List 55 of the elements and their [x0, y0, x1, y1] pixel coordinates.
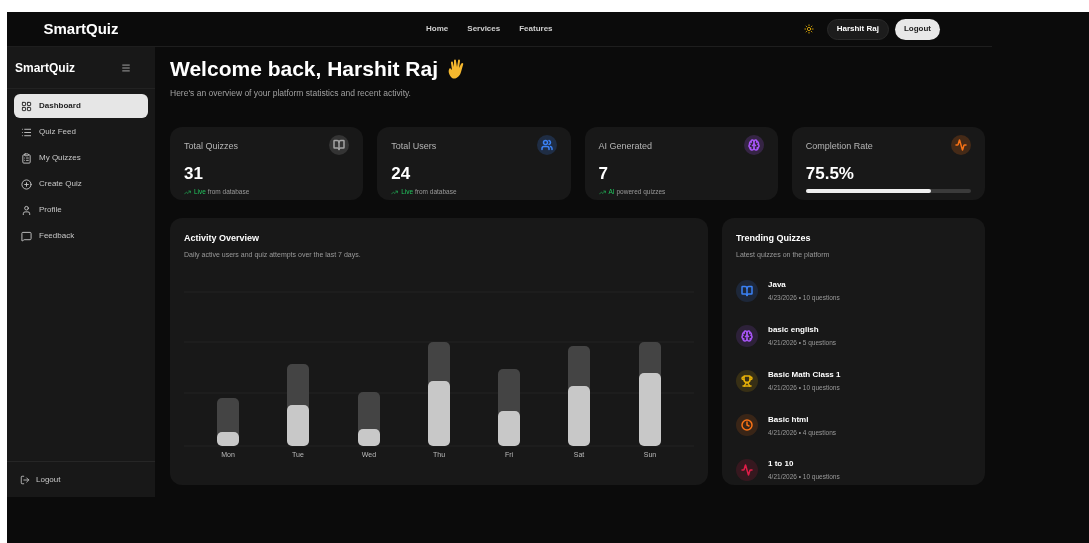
theme-toggle-icon[interactable] [803, 24, 814, 34]
logout-button[interactable]: Logout [894, 18, 940, 40]
clipboard-icon [21, 152, 32, 164]
quiz-attempts-bar [287, 405, 309, 447]
stat-value: 31 [184, 165, 204, 183]
menu-icon[interactable] [121, 62, 131, 73]
sidebar-brand: SmartQuiz [15, 59, 75, 77]
sidebar-logout[interactable]: Logout [20, 473, 61, 486]
quiz-attempts-bar [498, 411, 520, 447]
trend-up-icon [184, 188, 191, 196]
quiz-name: Java [768, 279, 787, 292]
stat-label: Total Users [391, 140, 437, 154]
quiz-attempts-bar [428, 381, 450, 447]
stat-label: Completion Rate [805, 140, 873, 154]
sidebar-label: Create Quiz [39, 178, 82, 190]
sidebar-label: Dashboard [39, 100, 81, 112]
stat-label: AI Generated [598, 140, 653, 154]
nav-link[interactable]: Features [519, 23, 553, 35]
sidebar-label: Quiz Feed [39, 126, 76, 138]
nav-link[interactable]: Home [426, 23, 449, 35]
sidebar-item[interactable]: Quiz Feed [14, 120, 148, 144]
welcome-title: Welcome back, Harshit Raj [170, 56, 439, 82]
sidebar-label: My Quizzes [39, 152, 81, 164]
sidebar-item[interactable]: My Quizzes [14, 146, 148, 170]
quiz-attempts-bar [358, 429, 380, 447]
sidebar-label: Feedback [39, 230, 75, 242]
quiz-name: basic english [768, 324, 820, 336]
stat-value: 75.5% [805, 165, 855, 183]
sidebar-item[interactable]: Profile [14, 198, 148, 222]
user-button[interactable]: Harshit Raj [826, 18, 889, 40]
list-icon [21, 126, 32, 138]
stat-value: 7 [598, 165, 609, 183]
welcome-subtitle: Here's an overview of your platform statistics and recent activity. [170, 86, 412, 100]
nav-link[interactable]: Services [467, 23, 501, 35]
trend-up-icon [391, 188, 399, 196]
sidebar-item[interactable]: Create Quiz [14, 172, 148, 196]
card-title: Activity Overview [184, 232, 261, 246]
sidebar-item[interactable]: Dashboard [14, 94, 148, 118]
stat-value: 24 [391, 165, 412, 183]
quiz-name: Basic html [768, 413, 810, 426]
sidebar-label: Profile [39, 204, 62, 216]
brand-logo[interactable]: SmartQuiz [7, 17, 155, 41]
quiz-attempts-bar [568, 386, 590, 447]
trend-up-icon [598, 188, 606, 196]
user-icon [21, 204, 32, 216]
logout-icon [20, 474, 30, 485]
stat-label: Total Quizzes [184, 140, 239, 154]
plus-circle-icon [21, 178, 32, 190]
card-title: Trending Quizzes [736, 232, 812, 246]
sidebar-item[interactable]: Feedback [14, 224, 148, 248]
quiz-attempts-bar [217, 432, 239, 447]
grid-icon [21, 100, 32, 112]
quiz-name: Basic Math Class 1 [768, 368, 841, 381]
quiz-name: 1 to 10 [768, 458, 795, 471]
chat-icon [21, 230, 32, 242]
